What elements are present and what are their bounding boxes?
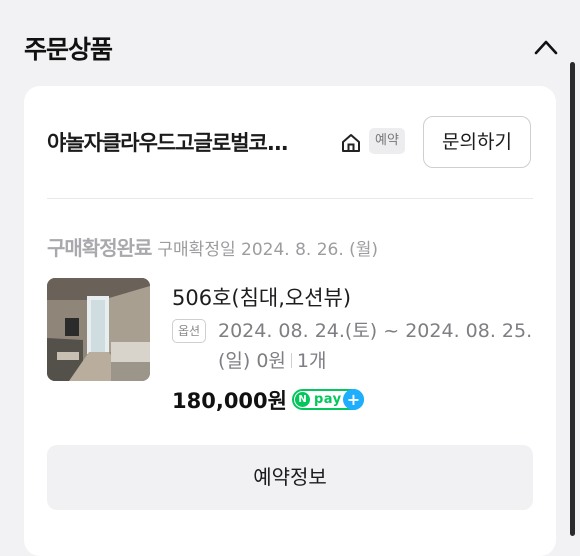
reservation-info-button[interactable]: 예약정보	[47, 445, 533, 510]
room-thumbnail[interactable]	[47, 278, 150, 381]
option-text: 2024. 08. 24.(토) ~ 2024. 08. 25.(일) 0원 1개	[218, 316, 538, 376]
order-status: 구매확정완료 구매확정일 2024. 8. 26. (월)	[47, 232, 378, 261]
divider	[290, 353, 292, 368]
option-dates: 2024. 08. 24.(토) ~ 2024. 08. 25.(일) 0원	[218, 320, 533, 372]
status-date: 구매확정일 2024. 8. 26. (월)	[157, 240, 379, 260]
room-name[interactable]: 506호(침대,오션뷰)	[172, 282, 351, 312]
price: 180,000원	[172, 389, 287, 413]
order-card: 야놀자클라우드고글로벌코... 예약 문의하기 구매확정완료 구매확정일 2024…	[24, 86, 556, 556]
hotel-room-photo	[47, 278, 150, 381]
section-title: 주문상품	[24, 35, 113, 64]
scrollbar[interactable]	[570, 62, 575, 536]
home-icon[interactable]	[340, 132, 362, 154]
divider	[47, 198, 533, 199]
inquiry-button[interactable]: 문의하기	[423, 116, 531, 168]
reservation-badge: 예약	[369, 128, 405, 154]
quantity: 1개	[296, 350, 327, 372]
plus-icon: +	[343, 389, 364, 410]
chevron-up-icon[interactable]	[533, 38, 559, 56]
store-name[interactable]: 야놀자클라우드고글로벌코...	[47, 127, 333, 157]
option-badge: 옵션	[172, 319, 207, 343]
naver-n-icon: N	[295, 392, 310, 407]
store-row: 야놀자클라우드고글로벌코... 예약 문의하기	[47, 116, 533, 168]
status-label: 구매확정완료	[47, 236, 152, 260]
pay-text-icon: pay	[314, 392, 342, 407]
npay-plus-badge: N pay +	[292, 389, 364, 410]
